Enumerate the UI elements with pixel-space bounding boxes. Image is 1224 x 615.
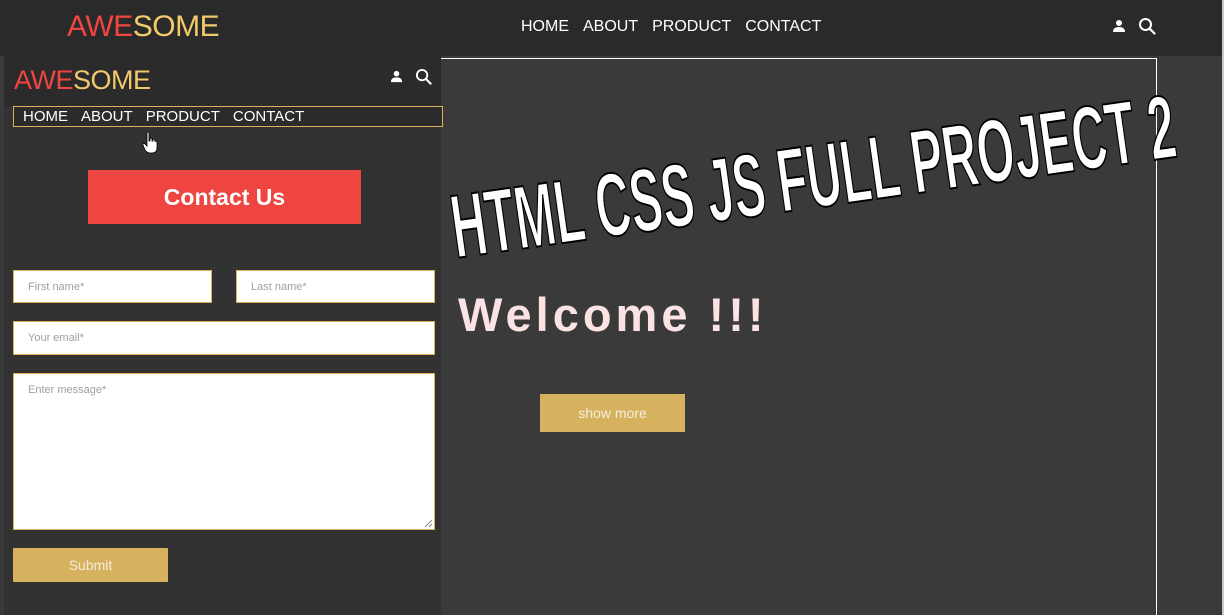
top-nav-about[interactable]: ABOUT	[583, 18, 638, 36]
resize-grip-icon[interactable]	[424, 519, 433, 528]
contact-us-heading: Contact Us	[88, 170, 361, 224]
user-icon[interactable]	[1112, 19, 1126, 33]
top-icons	[1112, 17, 1156, 35]
top-navbar: AWESOME HOME ABOUT PRODUCT CONTACT	[0, 0, 1224, 56]
mobile-nav-product[interactable]: PRODUCT	[146, 108, 220, 125]
mobile-preview-panel: AWESOME HOME ABOUT PRODUCT CONTACT Conta…	[4, 54, 443, 615]
mobile-nav-home[interactable]: HOME	[23, 108, 68, 125]
first-name-field[interactable]	[13, 270, 212, 303]
mobile-nav-about[interactable]: ABOUT	[81, 108, 133, 125]
submit-button[interactable]: Submit	[13, 548, 168, 582]
mobile-nav-menu: HOME ABOUT PRODUCT CONTACT	[13, 106, 443, 127]
search-icon[interactable]	[415, 68, 432, 85]
top-nav-menu: HOME ABOUT PRODUCT CONTACT	[521, 18, 821, 36]
welcome-heading: Welcome !!!	[458, 288, 768, 341]
search-icon[interactable]	[1138, 17, 1156, 35]
logo-part-red: AWE	[14, 65, 74, 95]
top-nav-product[interactable]: PRODUCT	[652, 18, 731, 36]
mobile-icons	[390, 68, 432, 85]
mobile-header: AWESOME	[4, 54, 441, 106]
project-title-text: HTML CSS JS FULL PROJECT 2	[448, 77, 1182, 262]
top-nav-contact[interactable]: CONTACT	[745, 18, 821, 36]
project-title-overlay: HTML CSS JS FULL PROJECT 2	[448, 76, 1183, 262]
top-nav-home[interactable]: HOME	[521, 18, 569, 36]
mobile-logo[interactable]: AWESOME	[14, 65, 151, 96]
page: AWESOME HOME ABOUT PRODUCT CONTACT AWESO…	[0, 0, 1224, 615]
last-name-field[interactable]	[236, 270, 435, 303]
logo-part-gold: SOME	[73, 65, 151, 95]
logo-part-red: AWE	[67, 10, 133, 43]
email-field[interactable]	[13, 321, 435, 355]
hand-cursor-icon	[142, 132, 158, 154]
mobile-nav-contact[interactable]: CONTACT	[233, 108, 304, 125]
logo-part-gold: SOME	[132, 10, 220, 43]
show-more-button[interactable]: show more	[540, 394, 685, 432]
top-logo[interactable]: AWESOME	[67, 10, 220, 44]
user-icon[interactable]	[390, 70, 403, 83]
frame-line-top	[441, 58, 1157, 59]
message-field[interactable]	[13, 373, 435, 530]
